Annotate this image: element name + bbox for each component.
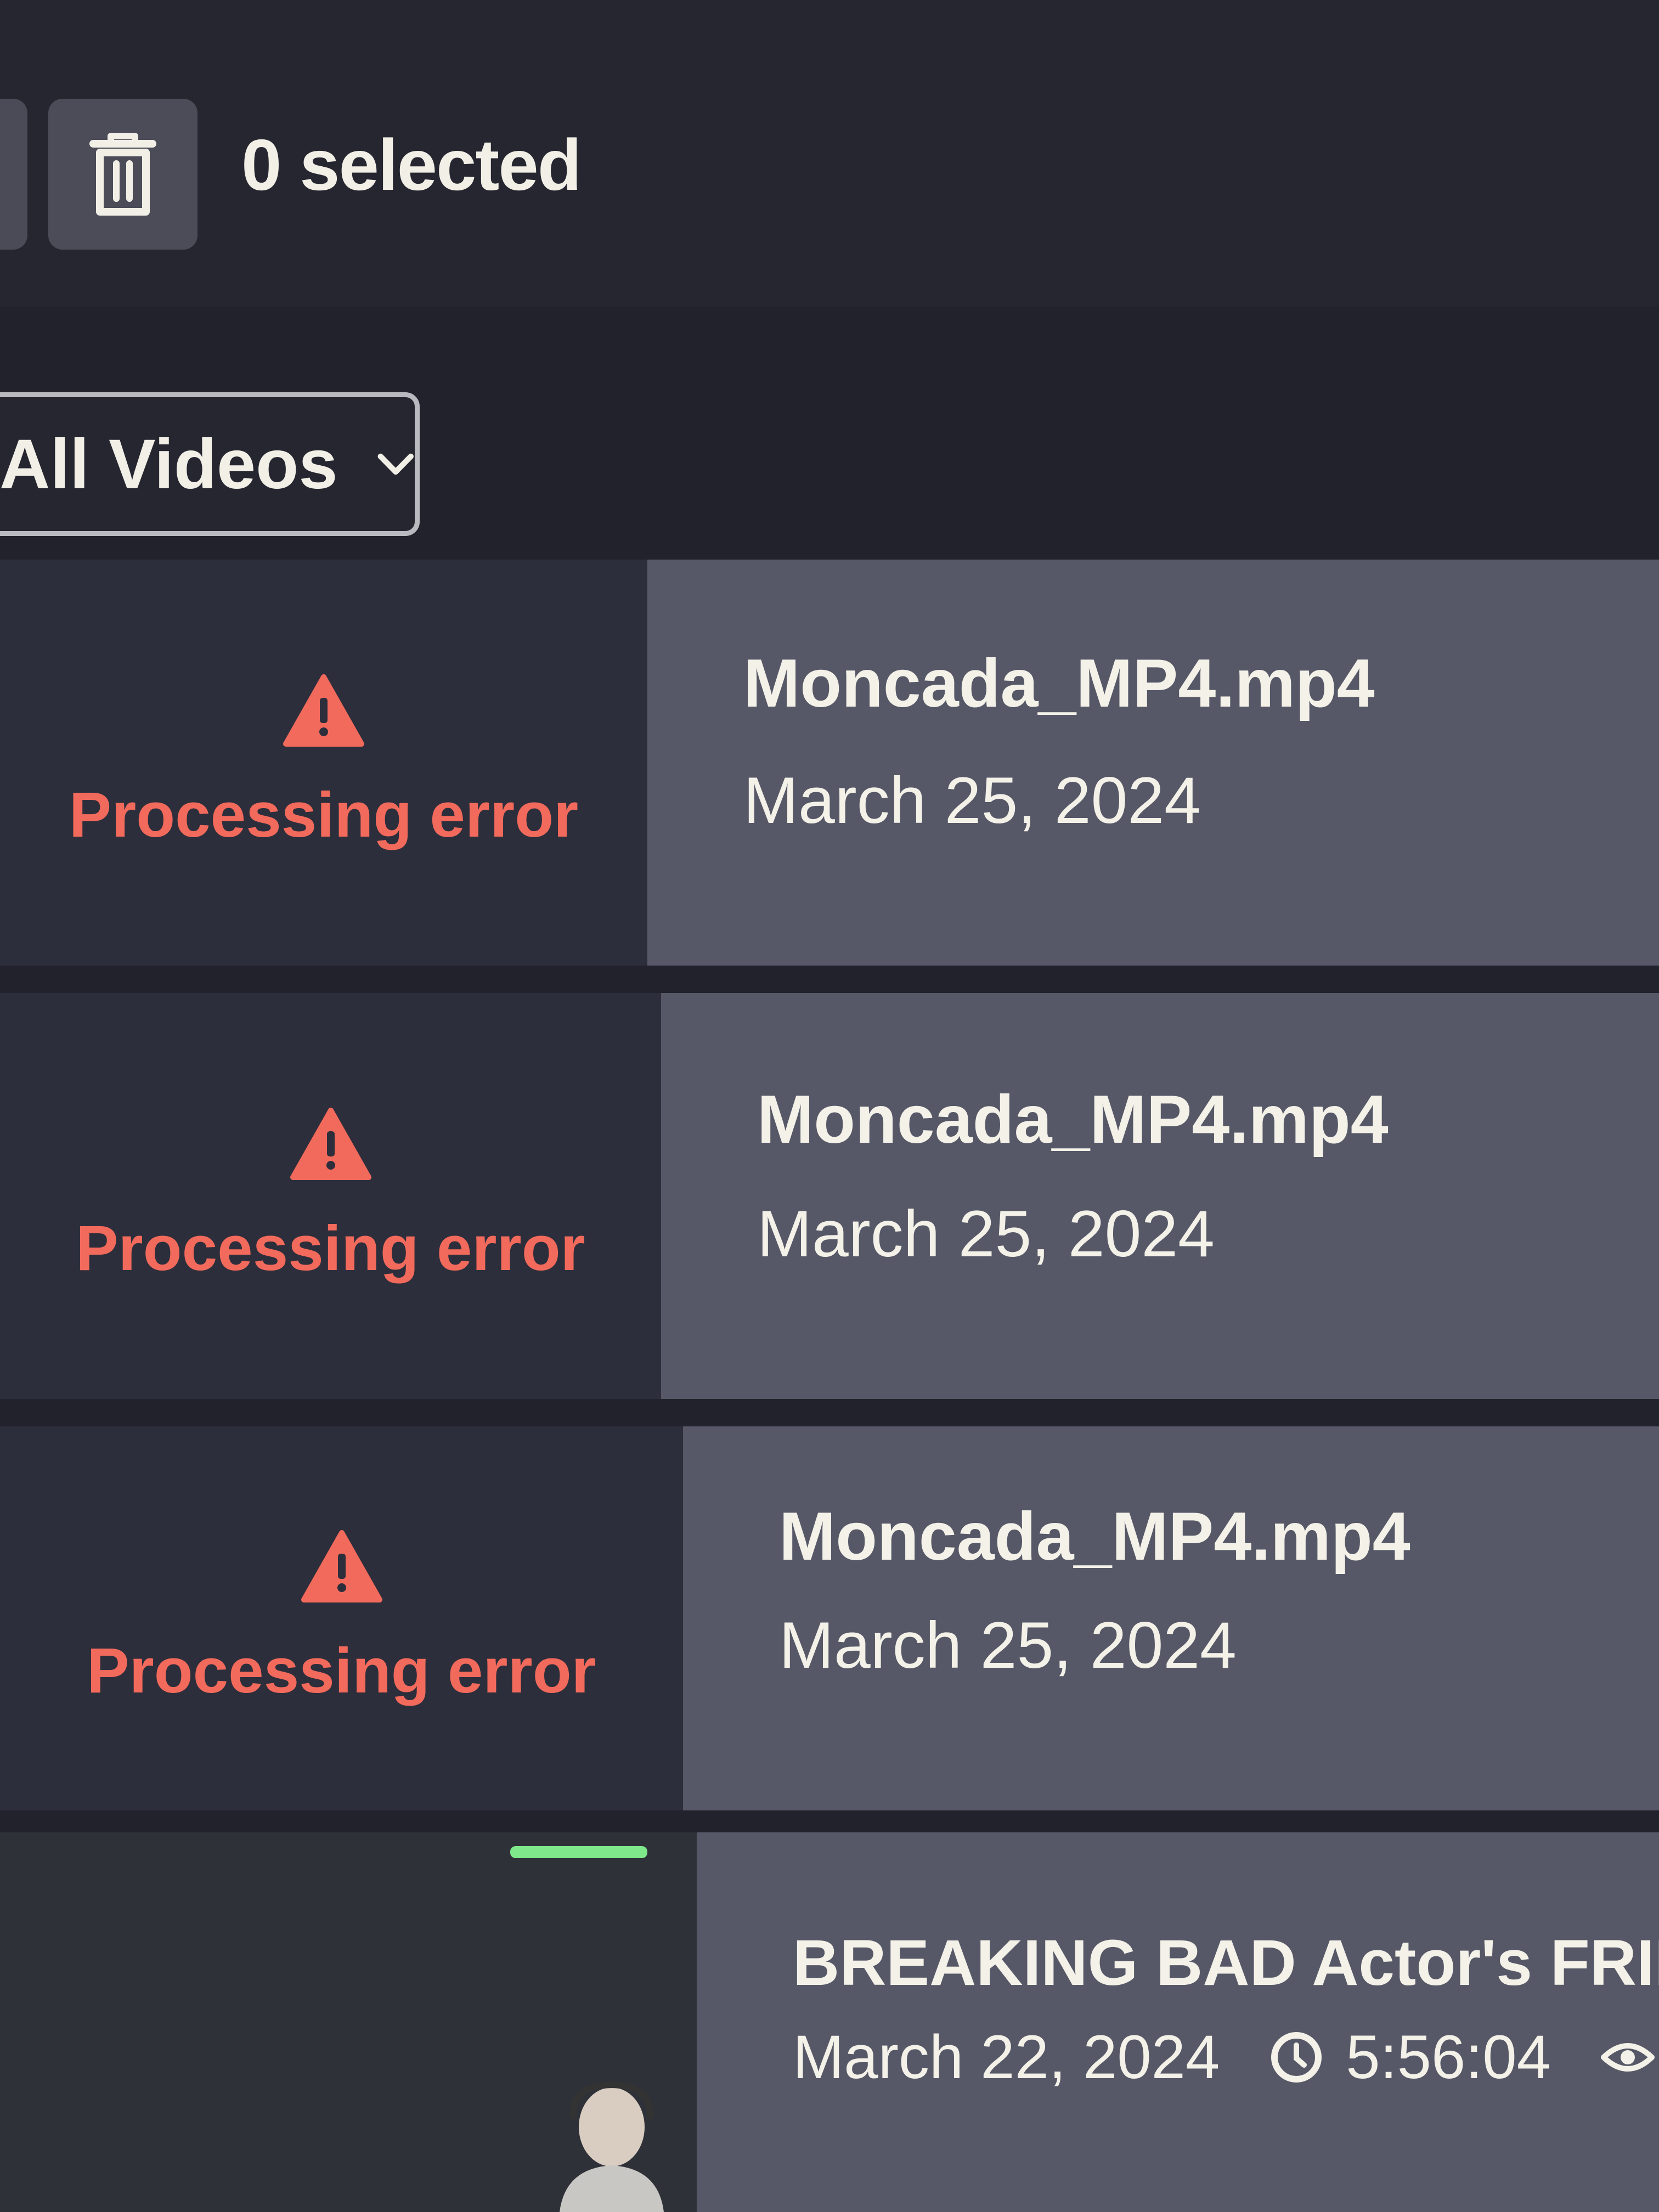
video-manager-page: 0 selected All Videos Processing error M…: [0, 0, 1659, 2212]
warning-icon: [290, 1108, 371, 1180]
list-item[interactable]: Processing error Moncada_MP4.mp4 March 2…: [0, 993, 1659, 1399]
video-thumbnail[interactable]: [0, 1832, 697, 2212]
video-title: BREAKING BAD Actor's FRIDAYS: [793, 1927, 1659, 1999]
video-date: March 25, 2024: [757, 1197, 1215, 1271]
processing-error-label: Processing error: [87, 1635, 596, 1706]
trash-icon: [89, 132, 156, 216]
filter-selected-value: All Videos: [0, 425, 338, 504]
video-thumbnail[interactable]: Processing error: [0, 560, 647, 966]
video-date: March 25, 2024: [779, 1609, 1237, 1682]
video-info[interactable]: Moncada_MP4.mp4 March 25, 2024: [647, 560, 1659, 966]
video-info[interactable]: Moncada_MP4.mp4 March 25, 2024: [661, 993, 1659, 1399]
list-item[interactable]: Processing error Moncada_MP4.mp4 March 2…: [0, 560, 1659, 966]
streamer-avatar: [560, 2081, 664, 2212]
video-thumbnail[interactable]: Processing error: [0, 1426, 683, 1810]
video-title: Moncada_MP4.mp4: [779, 1499, 1410, 1575]
processing-error-label: Processing error: [69, 779, 579, 850]
list-item[interactable]: BREAKING BAD Actor's FRIDAYS March 22, 2…: [0, 1832, 1659, 2212]
video-info[interactable]: Moncada_MP4.mp4 March 25, 2024: [683, 1426, 1659, 1810]
video-date: March 22, 2024: [793, 2023, 1220, 2091]
video-thumbnail[interactable]: Processing error: [0, 993, 661, 1399]
warning-icon: [301, 1530, 382, 1602]
processing-error-label: Processing error: [76, 1212, 585, 1284]
delete-button[interactable]: [48, 99, 198, 250]
video-meta: March 22, 2024 5:56:04 4: [793, 2022, 1659, 2092]
toolbar-button[interactable]: [0, 99, 27, 250]
video-filter-dropdown[interactable]: All Videos: [0, 392, 420, 536]
selected-count: 0 selected: [241, 125, 582, 205]
video-duration: 5:56:04: [1346, 2023, 1551, 2091]
toolbar: 0 selected: [0, 0, 1659, 307]
warning-icon: [283, 674, 364, 747]
list-item[interactable]: Processing error Moncada_MP4.mp4 March 2…: [0, 1426, 1659, 1810]
video-title: Moncada_MP4.mp4: [743, 646, 1375, 721]
clock-icon: [1271, 2032, 1322, 2083]
video-info[interactable]: BREAKING BAD Actor's FRIDAYS March 22, 2…: [697, 1832, 1659, 2212]
chevron-down-icon: [377, 453, 414, 475]
video-title: Moncada_MP4.mp4: [757, 1082, 1389, 1158]
thumbnail-overlay: [510, 1846, 647, 1858]
eye-icon: [1600, 2042, 1655, 2072]
video-date: March 25, 2024: [743, 764, 1201, 837]
